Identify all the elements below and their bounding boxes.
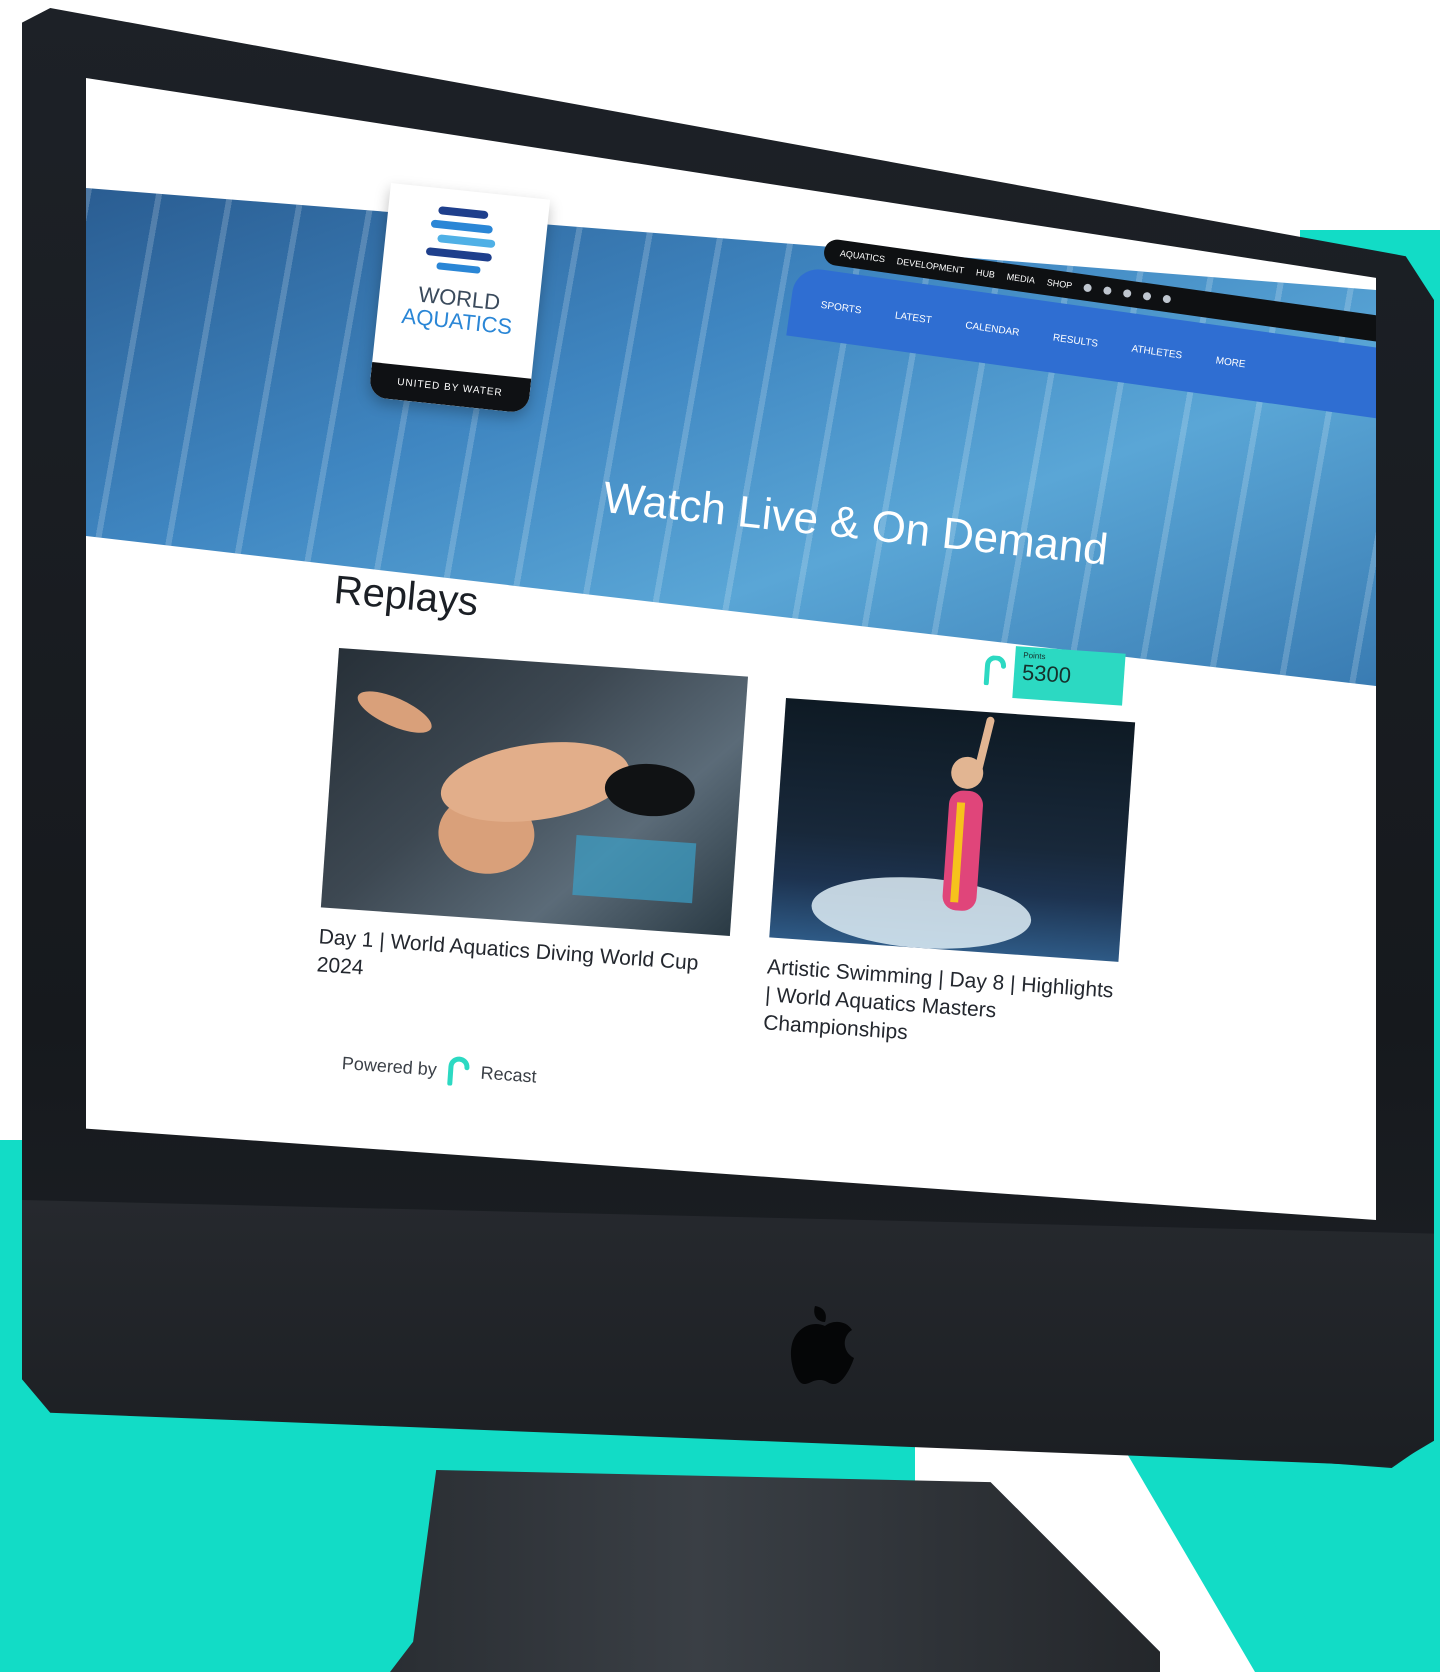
powered-by-label: Powered by [341,1052,438,1080]
recast-logo-icon [983,655,1006,686]
utility-link-hub[interactable]: HUB [975,267,995,280]
points-value: 5300 [1021,659,1072,688]
nav-item-calendar[interactable]: CALENDAR [965,320,1020,338]
site-logo[interactable]: WORLD AQUATICS UNITED BY WATER [368,183,551,414]
user-icon[interactable] [1083,283,1093,293]
nav-item-results[interactable]: RESULTS [1052,332,1098,349]
utility-link-development[interactable]: DEVELOPMENT [896,256,965,275]
screen: Watch Live & On Demand AQUATICS DEVELOPM… [86,78,1376,1220]
recast-brand-name[interactable]: Recast [480,1062,537,1087]
replay-card[interactable]: Day 1 | World Aquatics Diving World Cup … [316,648,749,1008]
nav-item-latest[interactable]: LATEST [894,310,932,326]
nav-item-sports[interactable]: SPORTS [820,299,862,316]
diver-image [357,691,697,904]
youtube-icon[interactable] [1142,291,1152,301]
utility-link-media[interactable]: MEDIA [1006,272,1036,286]
nav-item-more[interactable]: MORE [1215,355,1246,370]
replay-thumbnail-artistic-swimming[interactable] [769,698,1136,962]
replay-card-title[interactable]: Artistic Swimming | Day 8 | Highlights |… [762,953,1117,1061]
points-badge[interactable]: Points 5300 [982,644,1126,706]
utility-link-shop[interactable]: SHOP [1046,277,1073,290]
x-icon[interactable] [1162,294,1172,304]
replay-card[interactable]: Artistic Swimming | Day 8 | Highlights |… [762,698,1136,1062]
facebook-icon[interactable] [1103,286,1113,296]
apple-logo-icon [790,1306,854,1384]
nav-item-athletes[interactable]: ATHLETES [1131,343,1183,361]
replay-thumbnail-diving[interactable] [320,648,749,936]
instagram-icon[interactable] [1123,288,1133,299]
utility-link-aquatics[interactable]: AQUATICS [839,248,885,264]
world-aquatics-logo-icon [426,206,496,274]
replay-card-title[interactable]: Day 1 | World Aquatics Diving World Cup … [316,923,729,1007]
powered-by-footer: Powered by Recast [341,1048,538,1092]
points-box: Points 5300 [1012,646,1126,706]
recast-logo-icon [447,1056,470,1087]
swimmer-image [811,716,1032,949]
